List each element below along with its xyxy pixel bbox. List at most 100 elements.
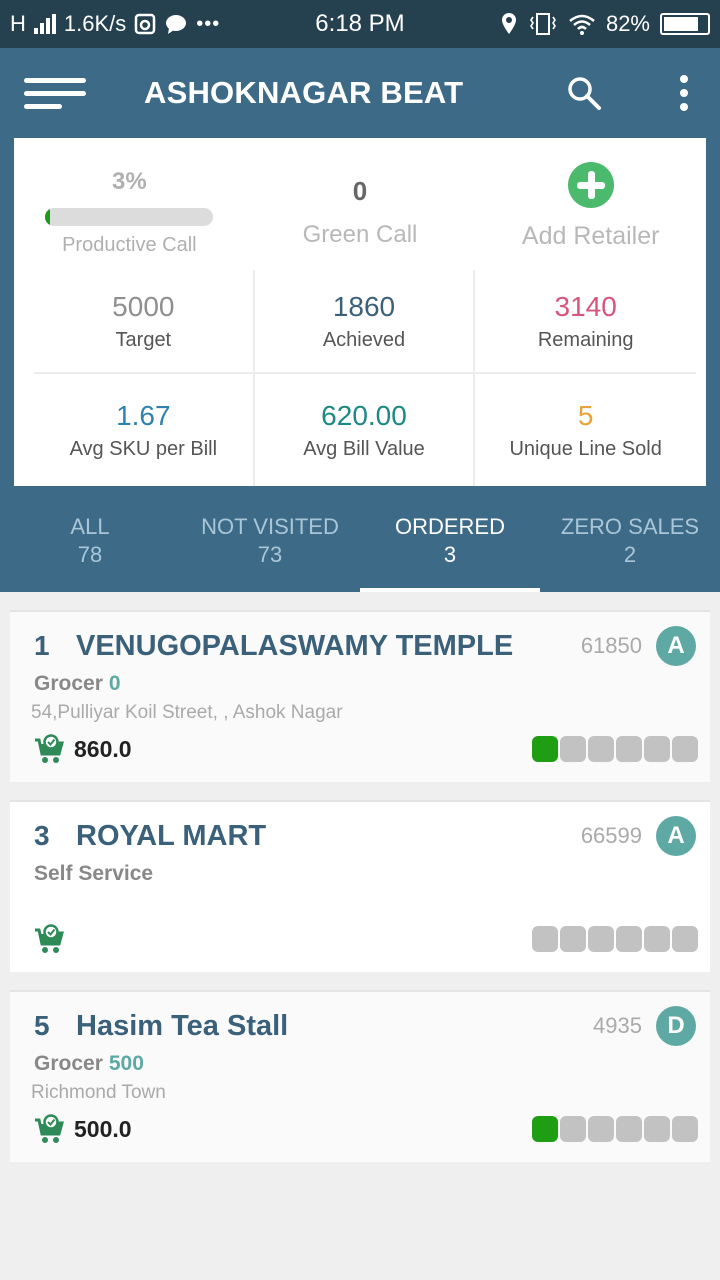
- tab-zero-sales[interactable]: ZERO SALES 2: [540, 486, 720, 592]
- retailer-list: 1 VENUGOPALASWAMY TEMPLE 61850 A Grocer 0…: [0, 592, 720, 1162]
- retailer-name: ROYAL MART: [76, 819, 267, 852]
- stat-label: Achieved: [322, 328, 406, 351]
- tab-not-visited[interactable]: NOT VISITED 73: [180, 486, 360, 592]
- visit-dot: [588, 1116, 614, 1142]
- visit-dot: [560, 1116, 586, 1142]
- visit-dot: [672, 926, 698, 952]
- wifi-icon: [569, 14, 595, 35]
- retailer-type-row: Grocer 0: [34, 672, 686, 696]
- retailer-type: Grocer: [34, 1052, 103, 1075]
- location-icon: [501, 13, 516, 34]
- grade-badge: A: [656, 626, 696, 666]
- cart-check-icon: [35, 1114, 64, 1143]
- retailer-name: Hasim Tea Stall: [76, 1009, 289, 1042]
- tab-all[interactable]: ALL 78: [0, 486, 180, 592]
- stat-value: 3140: [554, 290, 617, 322]
- tab-label: ORDERED: [394, 514, 505, 539]
- filter-tabs: ALL 78 NOT VISITED 73 ORDERED 3 ZERO SALES …: [0, 486, 720, 592]
- stat-achieved: 1860 Achieved: [254, 270, 476, 374]
- retailer-type-row: Self Service: [34, 862, 686, 886]
- retailer-type-row: Grocer 500: [34, 1052, 686, 1076]
- visit-dot: [672, 1116, 698, 1142]
- retailer-card[interactable]: 5 Hasim Tea Stall 4935 D Grocer 500 Richm…: [10, 990, 710, 1162]
- order-total: 860.0: [74, 735, 132, 762]
- stat-label: Avg SKU per Bill: [69, 437, 218, 460]
- productive-call: 3% Productive Call: [14, 138, 245, 270]
- stat-avg-bill-value: 620.00 Avg Bill Value: [255, 374, 476, 486]
- green-call-value: 0: [352, 176, 368, 206]
- summary-section: 3% Productive Call 0 Green Call Add Reta…: [0, 138, 720, 486]
- tab-count: 73: [257, 542, 283, 567]
- retailer-card[interactable]: 3 ROYAL MART 66599 A Self Service: [10, 800, 710, 972]
- retailer-type: Self Service: [34, 862, 154, 885]
- visit-dot: [672, 736, 698, 762]
- tab-label: ALL: [70, 514, 110, 539]
- chat-icon: [166, 15, 187, 34]
- stat-value: 5000: [112, 290, 175, 322]
- cart-check-icon: [35, 924, 64, 953]
- more-vert-icon[interactable]: [680, 75, 688, 111]
- retailer-address: Richmond Town: [31, 1082, 166, 1103]
- visit-status-bar: [532, 1116, 698, 1142]
- retailer-address: 54,Pulliyar Koil Street, , Ashok Nagar: [31, 702, 343, 723]
- visit-dot: [532, 1116, 558, 1142]
- tab-ordered[interactable]: ORDERED 3: [360, 486, 540, 592]
- visit-dot: [616, 736, 642, 762]
- retailer-index: 5: [34, 1010, 50, 1041]
- tab-count: 78: [77, 542, 103, 567]
- stat-label: Unique Line Sold: [509, 437, 662, 460]
- green-call-label: Green Call: [302, 221, 418, 248]
- visit-status-bar: [532, 926, 698, 952]
- add-retailer-button[interactable]: Add Retailer: [475, 138, 706, 270]
- green-call: 0 Green Call: [245, 138, 476, 270]
- visit-dot: [532, 736, 558, 762]
- visit-dot: [560, 926, 586, 952]
- retailer-type: Grocer: [34, 672, 103, 695]
- app-bar: ASHOKNAGAR BEAT: [0, 48, 720, 138]
- network-type: H: [10, 11, 26, 36]
- visit-dot: [588, 736, 614, 762]
- search-icon[interactable]: [566, 75, 602, 111]
- stat-label: Remaining: [537, 328, 634, 351]
- menu-icon[interactable]: [24, 77, 86, 109]
- productive-call-label: Productive Call: [62, 234, 197, 256]
- network-speed: 1.6K/s: [63, 11, 127, 36]
- retailer-name: VENUGOPALASWAMY TEMPLE: [76, 629, 514, 662]
- signal-icon: [33, 14, 56, 34]
- stats-grid: 5000 Target 1860 Achieved 3140 Remaining 1.…: [34, 270, 696, 486]
- stat-avg-sku-per-bill: 1.67 Avg SKU per Bill: [34, 374, 255, 486]
- stat-value: 5: [577, 399, 594, 431]
- retailer-type-amount: 0: [108, 672, 121, 695]
- visit-dot: [616, 926, 642, 952]
- visit-dot: [532, 926, 558, 952]
- retailer-code: 4935: [593, 1013, 642, 1038]
- grade-badge: D: [656, 1006, 696, 1046]
- battery-percent: 82%: [605, 11, 650, 36]
- retailer-type-amount: 500: [108, 1052, 144, 1075]
- visit-dot: [644, 1116, 670, 1142]
- visit-dot: [616, 1116, 642, 1142]
- more-notifications-icon: •••: [196, 12, 221, 35]
- stat-value: 620.00: [321, 399, 407, 431]
- battery-icon: [660, 13, 710, 35]
- visit-dot: [644, 736, 670, 762]
- add-retailer-label: Add Retailer: [521, 222, 660, 250]
- vibrate-icon: [529, 13, 556, 35]
- instagram-icon: [135, 13, 156, 35]
- retailer-card[interactable]: 1 VENUGOPALASWAMY TEMPLE 61850 A Grocer 0…: [10, 610, 710, 782]
- tab-label: NOT VISITED: [201, 514, 339, 539]
- stat-target: 5000 Target: [34, 270, 255, 374]
- visit-dot: [588, 926, 614, 952]
- retailer-index: 1: [34, 630, 50, 661]
- retailer-index: 3: [34, 820, 50, 851]
- grade-badge: A: [656, 816, 696, 856]
- add-circle-icon[interactable]: [567, 162, 614, 208]
- tab-count: 2: [623, 542, 637, 567]
- tab-label: ZERO SALES: [560, 514, 700, 539]
- retailer-code: 66599: [580, 823, 642, 848]
- stat-unique-line-sold: 5 Unique Line Sold: [475, 374, 696, 486]
- visit-status-bar: [532, 736, 698, 762]
- page-title: ASHOKNAGAR BEAT: [144, 75, 464, 110]
- productive-call-progress: [45, 208, 214, 226]
- stat-label: Target: [115, 328, 172, 351]
